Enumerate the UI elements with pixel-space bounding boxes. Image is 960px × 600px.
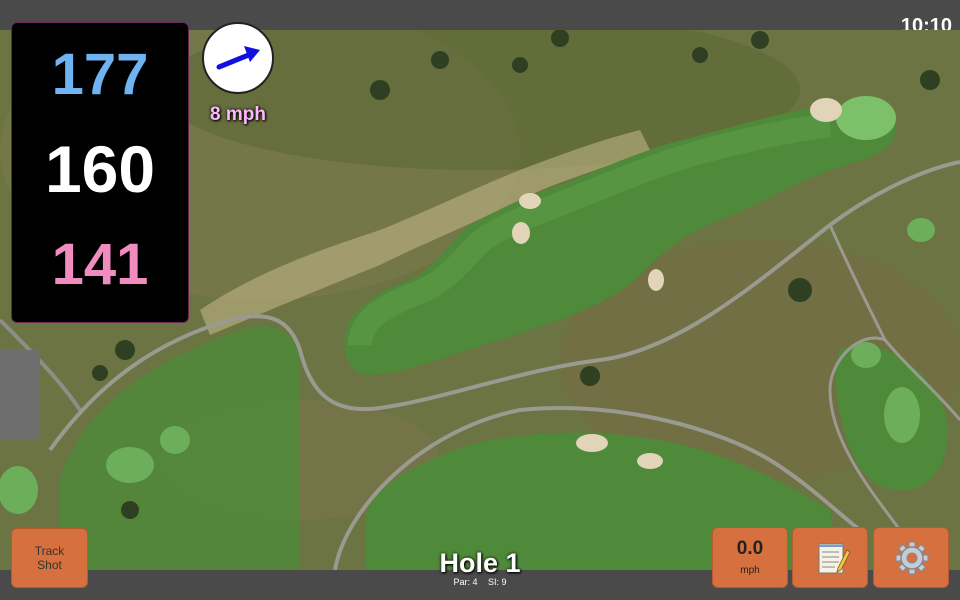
yardage-panel: 177 160 141 [11,22,189,323]
wind-speed-value: 0.0 [736,538,764,559]
track-shot-label-line2: Shot [37,558,62,572]
hole-info: Par: 4 SI: 9 [380,577,580,587]
wind-speed-label: 8 mph [210,104,266,125]
gear-icon [895,541,929,575]
wind-arrow-icon [216,46,260,70]
notes-button[interactable] [792,527,868,588]
track-shot-label-line1: Track [34,544,65,558]
wind-speed-button[interactable]: 0.0 mph [712,527,788,588]
hole-par: Par: 4 [453,577,478,587]
back-yardage: 177 [51,42,149,107]
wind-indicator[interactable] [202,22,274,94]
middle-yardage: 160 [44,132,156,206]
settings-button[interactable] [873,527,949,588]
wind-speed-unit: mph [740,565,760,576]
track-shot-button[interactable]: Track Shot [11,528,88,588]
notepad-icon [818,543,851,574]
hole-stroke-index: SI: 9 [488,577,507,587]
front-yardage: 141 [51,232,149,297]
hole-title: Hole 1 [439,548,521,578]
